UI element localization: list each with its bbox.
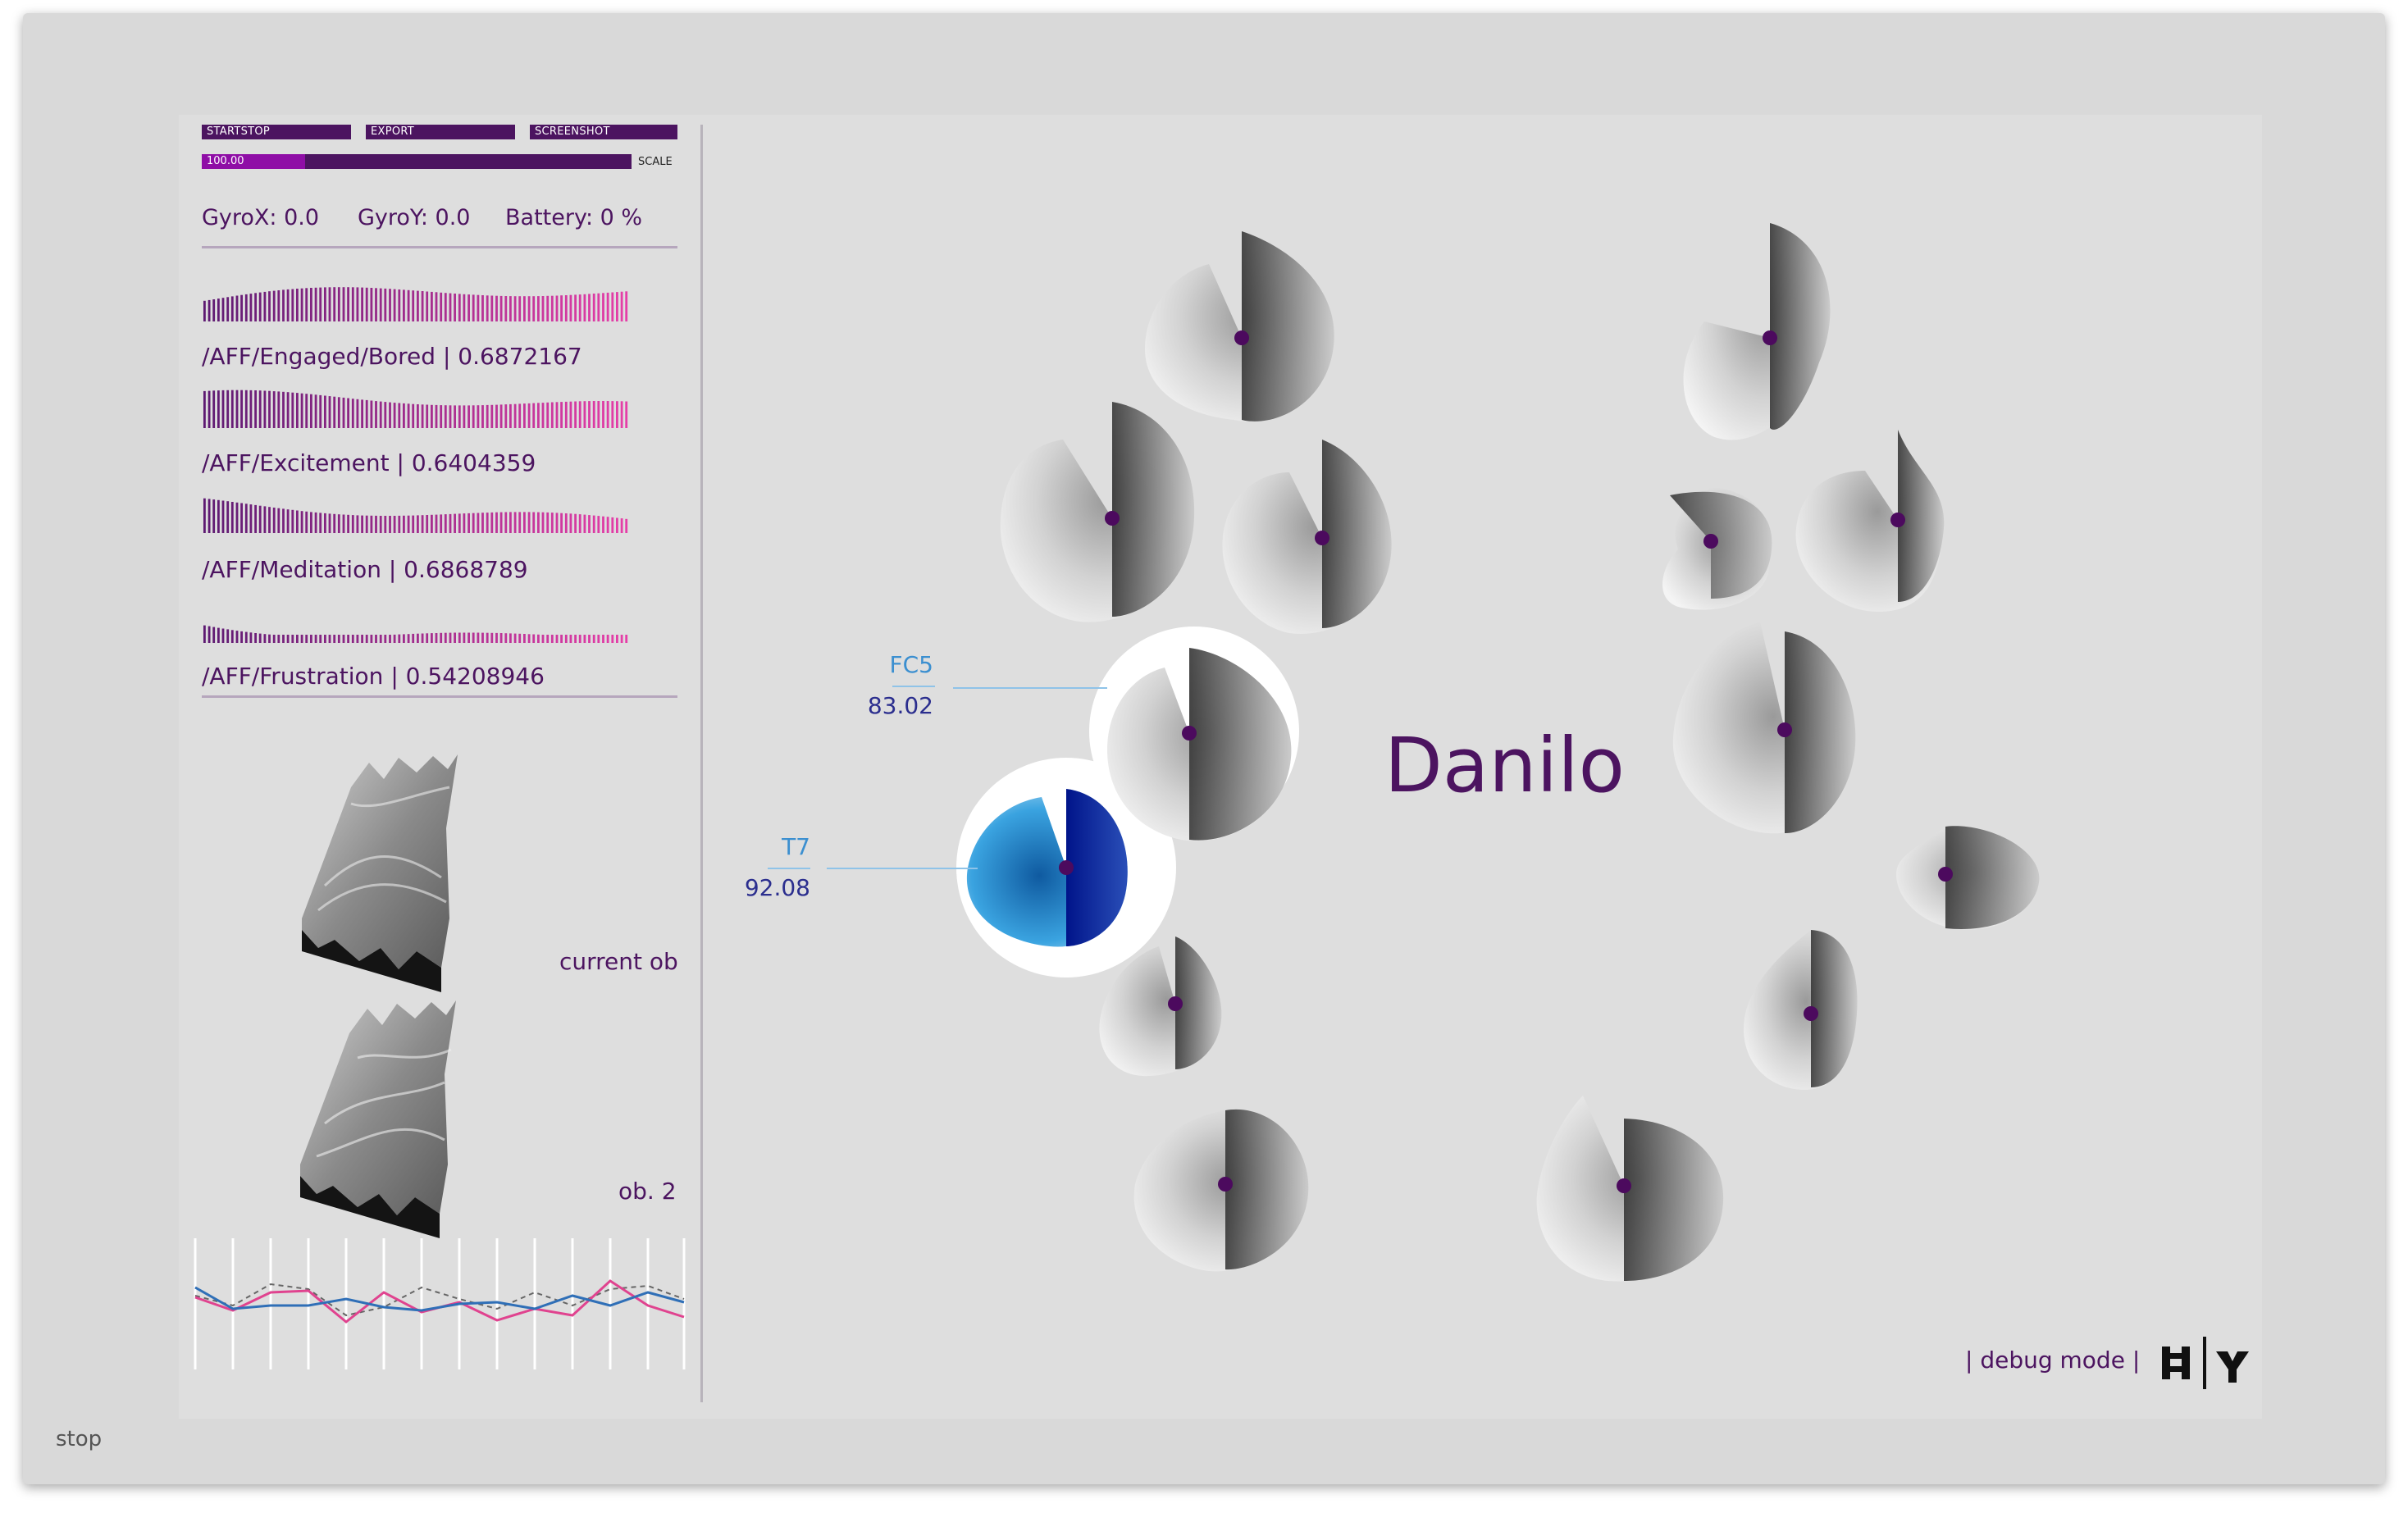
electrode-plot[interactable] [1744,930,1858,1091]
t7-label-rule [768,868,810,869]
subject-name: Danilo [1384,722,1625,809]
electrode-plot[interactable] [1896,826,2040,930]
electrode-plot[interactable] [1000,402,1195,622]
fc5-leader-line [953,687,1107,689]
electrode-plot[interactable] [1222,440,1392,634]
electrode-map [956,223,2040,1282]
t7-channel-value: 92.08 [744,874,810,901]
debug-mode-toggle[interactable]: | debug mode | [1965,1347,2140,1374]
brand-logo [2162,1337,2249,1389]
electrode-plot[interactable] [1672,622,1856,834]
electrode-plot[interactable] [1795,430,1945,613]
app-canvas: STARTSTOP EXPORT SCREENSHOT 100.00 SCALE… [179,115,2262,1419]
electrode-plot[interactable] [1133,1109,1309,1272]
electrode-plot[interactable] [1144,231,1334,422]
electrode-plot[interactable] [1536,1096,1724,1282]
app-window: STARTSTOP EXPORT SCREENSHOT 100.00 SCALE… [23,13,2385,1484]
electrode-plot[interactable] [1683,223,1831,440]
fc5-channel-name: FC5 [889,651,933,678]
fc5-label-rule [892,686,935,687]
t7-leader-line [827,868,978,869]
t7-channel-name: T7 [782,833,810,860]
status-text: stop [56,1427,103,1451]
fc5-channel-value: 83.02 [867,692,933,719]
electrode-plot[interactable] [1662,487,1772,610]
